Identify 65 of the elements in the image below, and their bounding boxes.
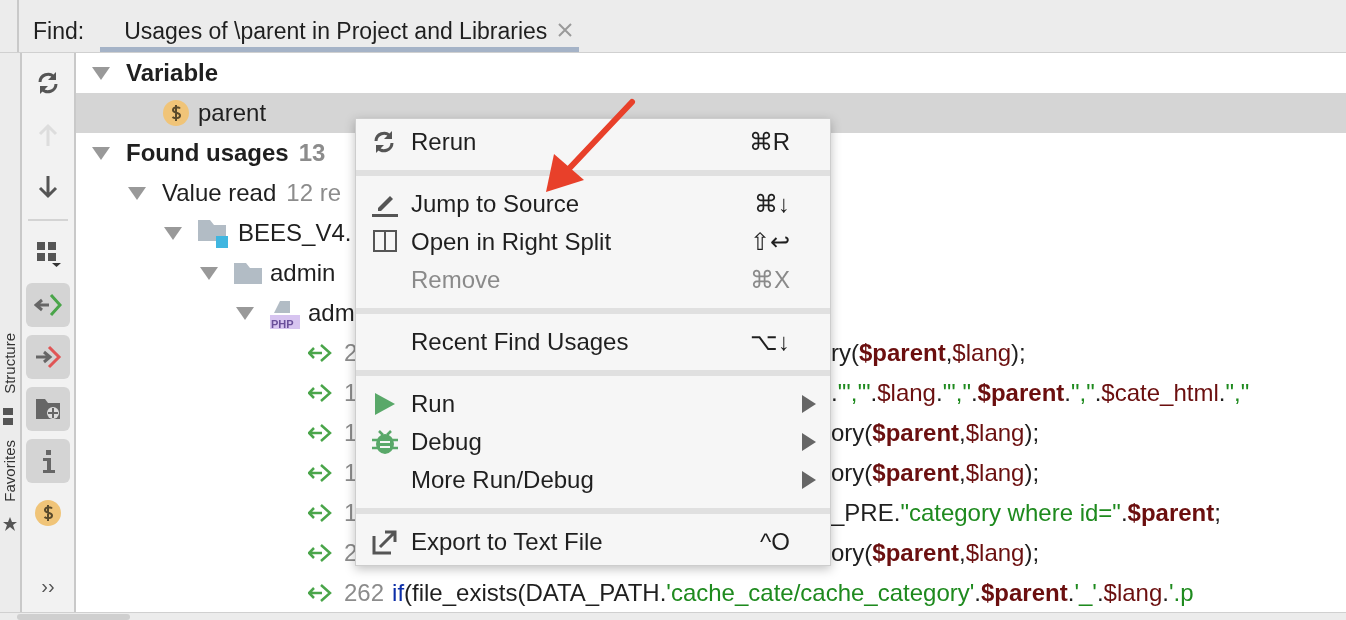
file-type-label: PHP (271, 318, 294, 330)
shortcut-label: ⌘R (748, 127, 790, 157)
more-button[interactable]: ›› (35, 570, 61, 602)
line-number: 1 (344, 378, 358, 408)
dollar-icon (34, 499, 62, 527)
code-line: if(file_exists(DATA_PATH.'cache_cate/cache_category'.$parent.'_'.$lang.'.p (392, 578, 1194, 608)
expand-toggle-icon[interactable] (234, 305, 256, 321)
close-icon[interactable] (557, 22, 574, 38)
export-icon (370, 528, 400, 556)
shortcut-label: ⌘↓ (754, 189, 790, 219)
submenu-arrow-icon (802, 433, 816, 451)
menu-item[interactable]: Recent Find Usages ⌥↓ (356, 323, 830, 361)
info-button[interactable] (26, 439, 70, 483)
read-access-button[interactable] (26, 283, 70, 327)
menu-item[interactable]: Export to Text File ^O (356, 523, 830, 561)
submenu-arrow-icon (802, 395, 816, 413)
code-line: ."','".$lang."',".$parent.",".$cate_html."," (831, 378, 1250, 408)
shortcut-label: ^O (760, 527, 790, 557)
shortcut-label: ⌥↓ (750, 327, 790, 357)
module-folder-icon (198, 218, 230, 248)
code-line: ry($parent,$lang); (831, 338, 1026, 368)
read-arrow-icon (34, 291, 62, 319)
usage-count: 12 re (286, 178, 341, 208)
code-line: ory($parent,$lang); (831, 458, 1040, 488)
line-number: 262 (344, 578, 385, 608)
menu-item[interactable]: Jump to Source ⌘↓ (356, 185, 830, 223)
folder-button[interactable] (26, 387, 70, 431)
tree-node-label[interactable]: Variable (126, 55, 219, 91)
line-number: 1 (344, 498, 358, 528)
php-file-icon (270, 300, 300, 329)
star-icon[interactable] (2, 515, 18, 532)
expand-toggle-icon[interactable] (198, 265, 220, 281)
tree-node-label[interactable]: admin (270, 255, 336, 291)
shortcut-label: ⇧↩ (750, 227, 790, 257)
usage-count: 13 (298, 138, 326, 168)
menu-item[interactable]: More Run/Debug (356, 461, 830, 499)
write-arrow-icon (34, 343, 62, 371)
grid-icon (34, 239, 62, 267)
tree-node-label[interactable]: Found usages (126, 135, 289, 171)
tool-window-label[interactable]: Favorites (0, 439, 20, 502)
shortcut-label: ⌘X (750, 265, 790, 295)
code-line: _PRE."category where id=".$parent; (831, 498, 1221, 528)
tree-node-label[interactable]: parent (198, 95, 267, 131)
tree-node-label[interactable]: Value read (162, 175, 277, 211)
expand-toggle-icon[interactable] (90, 65, 112, 81)
menu-item[interactable]: Run (356, 385, 830, 423)
expand-toggle-icon[interactable] (90, 145, 112, 161)
results-tab[interactable]: Usages of \parent in Project and Libraries (100, 0, 580, 52)
line-number: 1 (344, 418, 358, 448)
variable-icon (162, 99, 190, 127)
line-number: 1 (344, 458, 358, 488)
menu-item[interactable]: Open in Right Split ⇧↩ (356, 223, 830, 261)
bug-icon (370, 428, 400, 456)
code-line: ory($parent,$lang); (831, 538, 1040, 568)
folder-icon (234, 261, 262, 285)
tree-node-label[interactable]: BEES_V4. (238, 215, 352, 251)
menu-item[interactable]: Rerun ⌘R (356, 123, 830, 161)
expand-toggle-icon[interactable] (126, 185, 148, 201)
menu-item[interactable]: Debug (356, 423, 830, 461)
submenu-arrow-icon (802, 471, 816, 489)
code-line: ory($parent,$lang); (831, 418, 1040, 448)
expand-toggle-icon[interactable] (162, 225, 184, 241)
write-access-button[interactable] (26, 335, 70, 379)
tree-node-label[interactable]: adm (308, 295, 355, 331)
tool-window-label[interactable]: Structure (0, 333, 20, 394)
